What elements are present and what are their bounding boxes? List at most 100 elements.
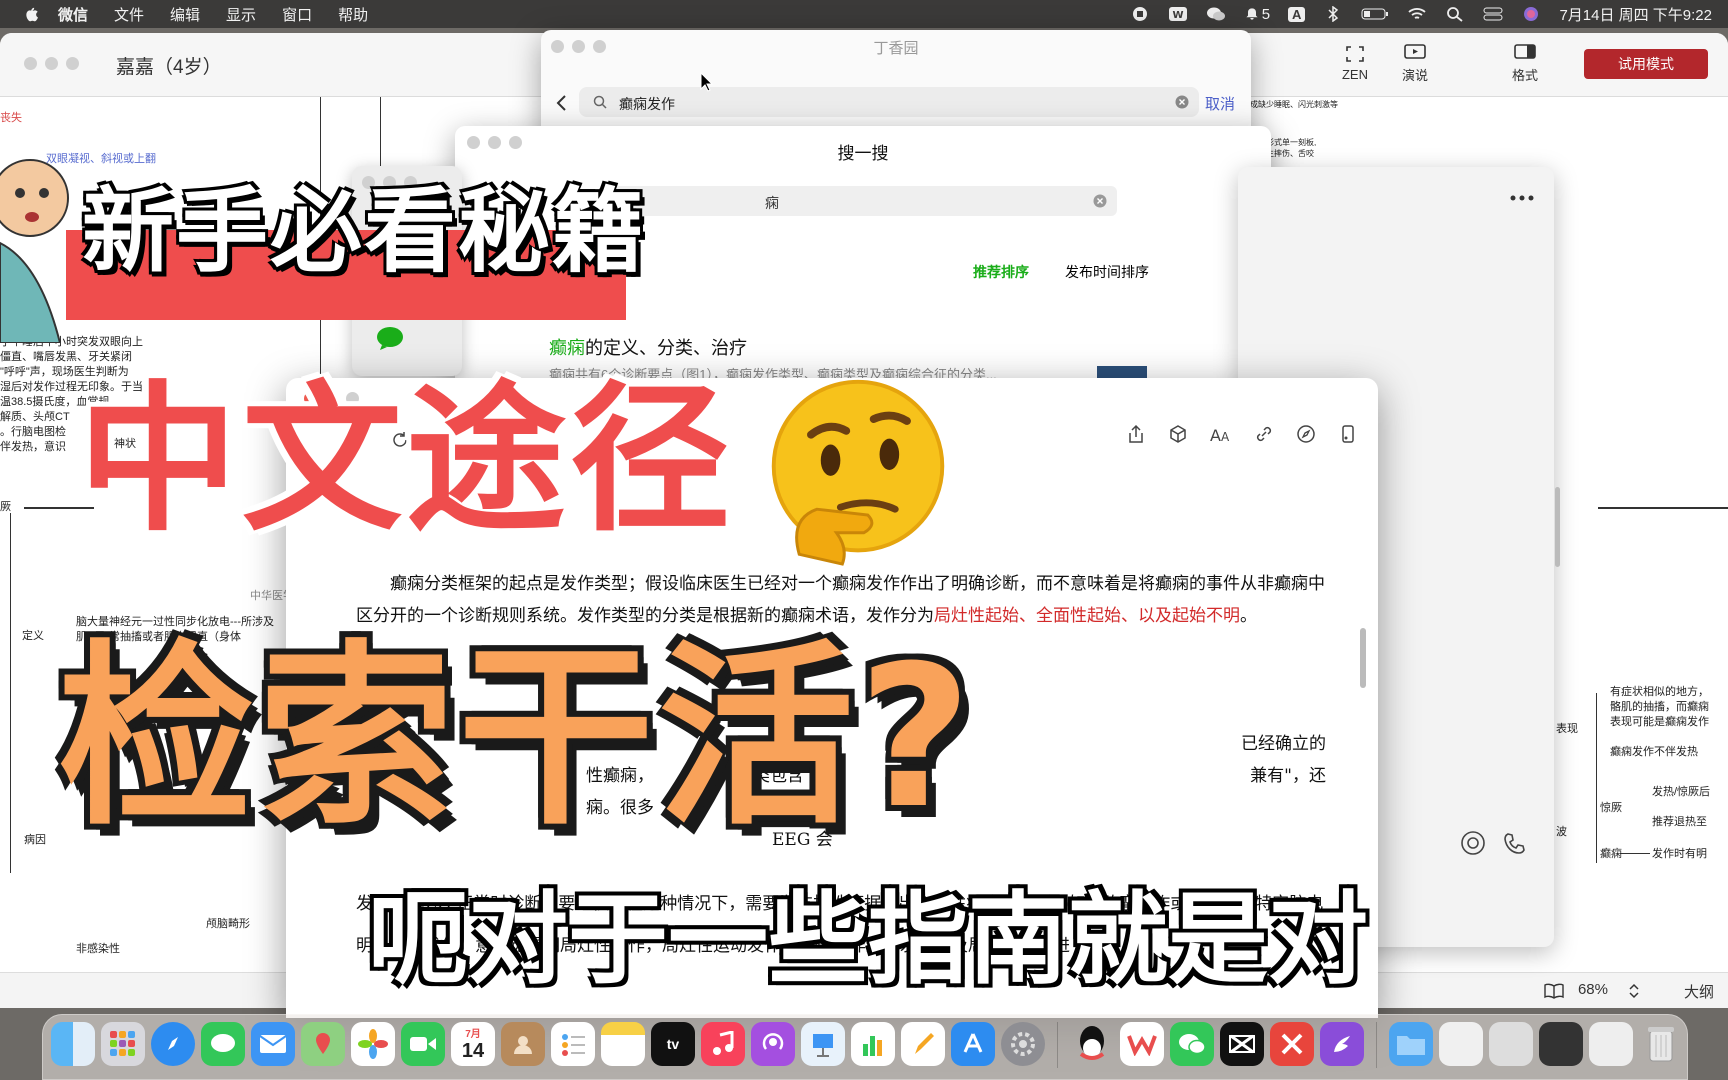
notification-indicator[interactable]: 5 xyxy=(1244,6,1270,23)
present-button[interactable]: 演说 xyxy=(1402,43,1428,84)
voice-input-icon[interactable] xyxy=(1460,830,1486,856)
menu-view[interactable]: 显示 xyxy=(226,4,256,25)
mindmap-node[interactable]: 丧失 xyxy=(0,111,22,126)
battery-icon[interactable] xyxy=(1361,6,1389,22)
wechat-icon[interactable] xyxy=(1170,1022,1214,1066)
zoom-level[interactable]: 68% xyxy=(1578,981,1608,998)
messages-icon[interactable] xyxy=(201,1022,245,1066)
menu-window[interactable]: 窗口 xyxy=(282,4,312,25)
mindmap-node[interactable]: 定义 xyxy=(22,629,44,644)
link-icon[interactable] xyxy=(1254,424,1274,444)
music-icon[interactable] xyxy=(701,1022,745,1066)
back-chevron-icon[interactable] xyxy=(555,94,567,112)
dxy-cancel-button[interactable]: 取消 xyxy=(1205,93,1235,114)
mindmap-node[interactable]: 癫痫发作不伴发热 xyxy=(1610,745,1698,760)
reminders-icon[interactable] xyxy=(551,1022,595,1066)
wechat-status-icon[interactable] xyxy=(1206,6,1226,22)
more-options-icon[interactable] xyxy=(1510,195,1534,201)
tab-time-sort[interactable]: 发布时间排序 xyxy=(1065,262,1149,282)
document-stack-icon[interactable] xyxy=(1439,1022,1483,1066)
photos-icon[interactable] xyxy=(351,1022,395,1066)
mindmap-node[interactable]: 成缺少睡眠、闪光刺激等 xyxy=(1250,99,1338,110)
menu-file[interactable]: 文件 xyxy=(114,4,144,25)
trash-icon[interactable] xyxy=(1639,1022,1683,1066)
mindmap-node[interactable]: 波 xyxy=(1556,825,1567,840)
wechat-search-input[interactable]: 痫 xyxy=(605,186,1117,216)
mindmap-node[interactable]: 有症状相似的地方， 骼肌的抽搐，而癫痫 表现可能是癫痫发作 xyxy=(1610,685,1709,730)
close-window-button[interactable] xyxy=(24,57,37,70)
podcasts-icon[interactable] xyxy=(751,1022,795,1066)
finder-icon[interactable] xyxy=(51,1022,95,1066)
format-button[interactable]: 格式 xyxy=(1512,43,1538,84)
window-preview-icon[interactable] xyxy=(1589,1022,1633,1066)
article-scrollbar[interactable] xyxy=(1360,628,1366,688)
launchpad-icon[interactable] xyxy=(101,1022,145,1066)
input-method-indicator[interactable]: A xyxy=(1288,6,1306,22)
mindmap-node[interactable]: 厥 xyxy=(0,500,11,515)
screen-record-icon[interactable] xyxy=(1130,6,1150,22)
control-center-icon[interactable] xyxy=(1483,6,1503,22)
compass-icon[interactable] xyxy=(1296,424,1316,444)
wps-status-icon[interactable]: W xyxy=(1168,6,1188,22)
zoom-window-button[interactable] xyxy=(66,57,79,70)
qq-icon[interactable] xyxy=(1070,1022,1114,1066)
menu-app-name[interactable]: 微信 xyxy=(58,4,88,25)
mindmap-node[interactable]: 发作时有明 xyxy=(1652,847,1707,862)
clear-search-icon[interactable] xyxy=(1175,95,1189,109)
book-icon[interactable] xyxy=(1544,983,1564,999)
pages-icon[interactable] xyxy=(901,1022,945,1066)
apple-icon[interactable] xyxy=(22,5,40,23)
bookmark-phone-icon[interactable] xyxy=(1338,424,1358,444)
outline-button[interactable]: 大纲 xyxy=(1684,981,1714,1002)
share-icon[interactable] xyxy=(1126,424,1146,444)
font-size-icon[interactable]: AA xyxy=(1210,424,1232,444)
downloads-folder-icon[interactable] xyxy=(1389,1022,1433,1066)
window-preview-icon[interactable] xyxy=(1489,1022,1533,1066)
apple-tv-icon[interactable]: tv xyxy=(651,1022,695,1066)
search-result-title[interactable]: 癫痫的定义、分类、治疗 xyxy=(549,334,747,360)
menubar-clock[interactable]: 7月14日 周四 下午9:22 xyxy=(1559,4,1712,25)
mindmap-node[interactable]: 惊厥 xyxy=(1600,801,1622,816)
mindmap-node[interactable]: 病因 xyxy=(24,833,46,848)
trial-mode-button[interactable]: 试用模式 xyxy=(1584,48,1708,79)
minimize-window-button[interactable] xyxy=(45,57,58,70)
mindmap-node[interactable]: 发热/惊厥后 xyxy=(1652,785,1710,800)
doc-window-controls[interactable] xyxy=(24,57,79,70)
maps-icon[interactable] xyxy=(301,1022,345,1066)
mindmap-node[interactable]: 颅脑畸形 xyxy=(206,917,250,932)
keynote-icon[interactable] xyxy=(801,1022,845,1066)
phone-call-icon[interactable] xyxy=(1502,831,1528,857)
tab-recommended-sort[interactable]: 推荐排序 xyxy=(973,262,1029,282)
calendar-icon[interactable]: 7月 14 xyxy=(451,1022,495,1066)
zoom-stepper-icon[interactable] xyxy=(1628,983,1640,999)
mail-icon[interactable] xyxy=(251,1022,295,1066)
menu-help[interactable]: 帮助 xyxy=(338,4,368,25)
xmind-icon[interactable] xyxy=(1270,1022,1314,1066)
mindmap-node[interactable]: 推荐退热至 xyxy=(1652,815,1707,830)
mindmap-node[interactable]: 癫痫 xyxy=(1600,847,1622,862)
contacts-icon[interactable] xyxy=(501,1022,545,1066)
menu-edit[interactable]: 编辑 xyxy=(170,4,200,25)
wps-icon[interactable] xyxy=(1120,1022,1164,1066)
zen-mode-button[interactable]: ZEN xyxy=(1342,45,1368,82)
article-highlight-text[interactable]: 局灶性起始、全面性起始、以及起始不明 xyxy=(934,606,1240,626)
chat-bubble-icon[interactable] xyxy=(376,326,404,350)
notes-icon[interactable] xyxy=(601,1022,645,1066)
clear-search-icon[interactable] xyxy=(1093,194,1107,208)
facetime-icon[interactable] xyxy=(401,1022,445,1066)
chat-scrollbar[interactable] xyxy=(1555,487,1560,567)
app-store-icon[interactable] xyxy=(951,1022,995,1066)
dxy-search-input[interactable]: 癫痫发作 xyxy=(579,87,1199,117)
system-preferences-icon[interactable] xyxy=(1001,1022,1045,1066)
numbers-icon[interactable] xyxy=(851,1022,895,1066)
mindmap-node[interactable]: 表现 xyxy=(1556,722,1578,737)
window-preview-icon[interactable] xyxy=(1539,1022,1583,1066)
spotlight-search-icon[interactable] xyxy=(1445,6,1465,22)
cube-icon[interactable] xyxy=(1168,424,1188,444)
safari-icon[interactable] xyxy=(151,1022,195,1066)
bluetooth-icon[interactable] xyxy=(1323,6,1343,22)
mindmap-node[interactable]: 非感染性 xyxy=(76,942,120,957)
wifi-icon[interactable] xyxy=(1407,6,1427,22)
siri-icon[interactable] xyxy=(1521,6,1541,22)
capcut-icon[interactable] xyxy=(1220,1022,1264,1066)
